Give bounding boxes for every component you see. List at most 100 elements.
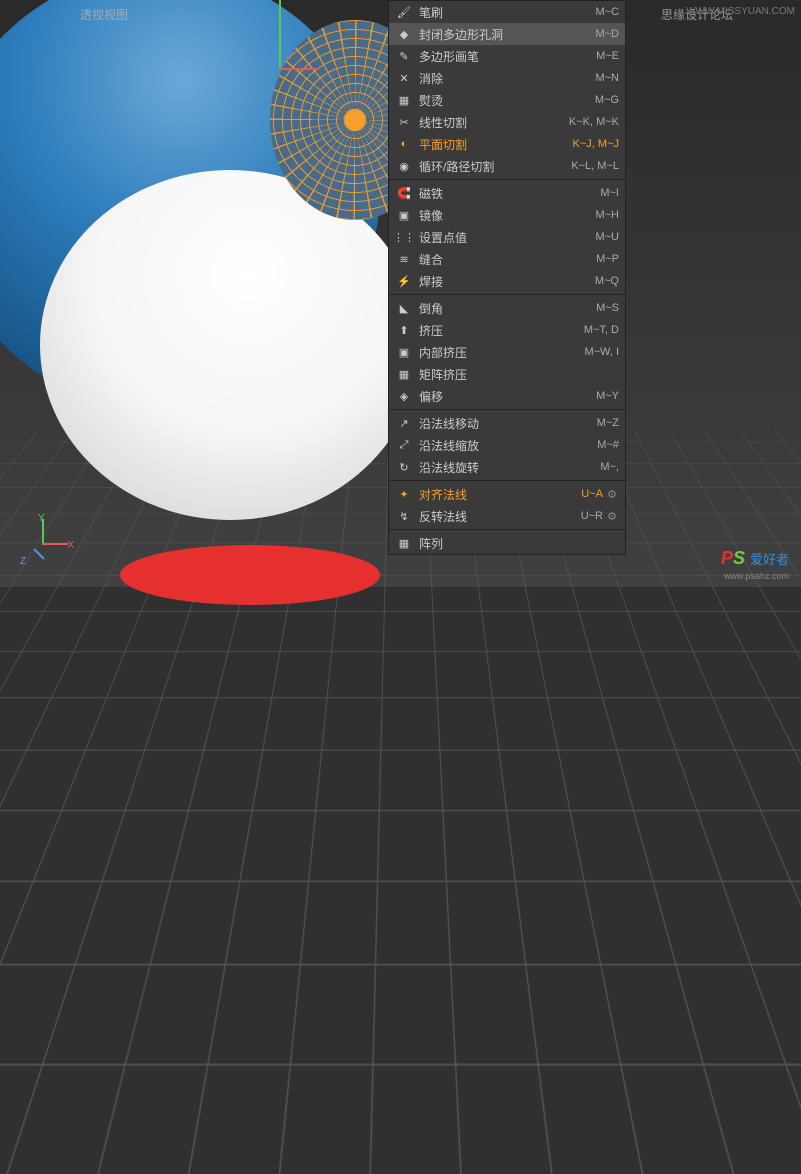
menu-item-stitch[interactable]: ≋ 缝合 M~P bbox=[389, 248, 625, 270]
gizmo-y-axis[interactable] bbox=[279, 0, 281, 70]
gear-icon[interactable]: ⚙ bbox=[607, 510, 619, 523]
menu-item-label: 沿法线旋转 bbox=[419, 459, 592, 476]
iron-icon: ▦ bbox=[395, 91, 413, 109]
align-normals-icon: ✦ bbox=[395, 485, 413, 503]
menu-item-label: 对齐法线 bbox=[419, 486, 573, 503]
menu-item-iron[interactable]: ▦熨烫M~G bbox=[389, 89, 625, 111]
menu-item-label: 沿法线缩放 bbox=[419, 437, 589, 454]
offset-icon: ◈ bbox=[395, 387, 413, 405]
menu-item-label: 阵列 bbox=[419, 535, 611, 552]
move-normal-icon: ↗ bbox=[395, 414, 413, 432]
menu-item-shortcut: M~I bbox=[600, 187, 619, 199]
menu-item-magnet[interactable]: 🧲 磁铁 M~I bbox=[389, 182, 625, 204]
menu-item-label: 笔刷 bbox=[419, 4, 587, 21]
menu-item-shortcut: M~# bbox=[597, 439, 619, 451]
gear-icon[interactable]: ⚙ bbox=[607, 488, 619, 501]
menu-item-label: 线性切割 bbox=[419, 114, 561, 131]
model-face[interactable] bbox=[40, 170, 420, 520]
menu-item-label: 镜像 bbox=[419, 207, 587, 224]
menu-item-polygon-pen[interactable]: ✎ 多边形画笔 M~E bbox=[389, 45, 625, 67]
menu-item-label: 平面切割 bbox=[419, 136, 565, 153]
dissolve-icon: ✕ bbox=[395, 69, 413, 87]
menu-item-shortcut: M~T, D bbox=[584, 324, 619, 336]
context-menu: 🖌笔刷M~C◆封闭多边形孔洞M~D✎多边形画笔M~E✕消除M~N▦熨烫M~G✂线… bbox=[388, 0, 626, 555]
menu-item-align-normals[interactable]: ✦ 对齐法线 U~A ⚙ bbox=[389, 483, 625, 505]
loop-path-cut-icon: ◉ bbox=[395, 157, 413, 175]
menu-item-label: 矩阵挤压 bbox=[419, 366, 611, 383]
menu-item-weld[interactable]: ⚡焊接M~Q bbox=[389, 270, 625, 292]
menu-item-matrix-extrude[interactable]: ▦ 矩阵挤压 bbox=[389, 363, 625, 385]
menu-item-label: 挤压 bbox=[419, 322, 576, 339]
menu-item-scale-normal[interactable]: ⤢ 沿法线缩放 M~# bbox=[389, 434, 625, 456]
bevel-icon: ◣ bbox=[395, 299, 413, 317]
matrix-extrude-icon: ▦ bbox=[395, 365, 413, 383]
menu-item-shortcut: M~, bbox=[600, 461, 619, 473]
menu-item-shortcut: K~J, M~J bbox=[573, 138, 619, 150]
extrude-icon: ⬆ bbox=[395, 321, 413, 339]
menu-item-shortcut: M~D bbox=[595, 28, 619, 40]
menu-item-label: 磁铁 bbox=[419, 185, 592, 202]
menu-item-offset[interactable]: ◈偏移M~Y bbox=[389, 385, 625, 407]
gizmo-x-axis[interactable] bbox=[279, 68, 319, 70]
menu-item-label: 循环/路径切割 bbox=[419, 158, 563, 175]
axis-widget[interactable]: Y X Z bbox=[18, 519, 68, 569]
menu-item-shortcut: M~Z bbox=[597, 417, 619, 429]
menu-item-label: 设置点值 bbox=[419, 229, 587, 246]
menu-item-rotate-normal[interactable]: ↻ 沿法线旋转 M~, bbox=[389, 456, 625, 478]
array-icon: ▦ bbox=[395, 534, 413, 552]
menu-item-shortcut: M~P bbox=[596, 253, 619, 265]
set-point-value-icon: ⋮⋮ bbox=[395, 228, 413, 246]
menu-item-shortcut: M~U bbox=[595, 231, 619, 243]
menu-item-shortcut: M~H bbox=[595, 209, 619, 221]
menu-item-label: 封闭多边形孔洞 bbox=[419, 26, 587, 43]
menu-item-move-normal[interactable]: ↗沿法线移动M~Z bbox=[389, 412, 625, 434]
menu-item-array[interactable]: ▦ 阵列 bbox=[389, 532, 625, 554]
menu-item-plane-cut[interactable]: ◐ 平面切割 K~J, M~J bbox=[389, 133, 625, 155]
menu-item-brush[interactable]: 🖌 笔刷 M~C bbox=[389, 1, 625, 23]
menu-item-loop-path-cut[interactable]: ◉ 循环/路径切割 K~L, M~L bbox=[389, 155, 625, 177]
close-polygon-hole-icon: ◆ bbox=[395, 25, 413, 43]
weld-icon: ⚡ bbox=[395, 272, 413, 290]
magnet-icon: 🧲 bbox=[395, 184, 413, 202]
menu-item-reverse-normals[interactable]: ↯反转法线U~R⚙ bbox=[389, 505, 625, 527]
menu-item-mirror[interactable]: ▣镜像M~H bbox=[389, 204, 625, 226]
menu-item-label: 倒角 bbox=[419, 300, 588, 317]
menu-item-dissolve[interactable]: ✕ 消除 M~N bbox=[389, 67, 625, 89]
menu-item-bevel[interactable]: ◣ 倒角 M~S bbox=[389, 297, 625, 319]
menu-item-extrude[interactable]: ⬆ 挤压 M~T, D bbox=[389, 319, 625, 341]
menu-item-label: 缝合 bbox=[419, 251, 588, 268]
menu-separator bbox=[389, 294, 625, 295]
rotate-normal-icon: ↻ bbox=[395, 458, 413, 476]
menu-item-label: 偏移 bbox=[419, 388, 588, 405]
menu-separator bbox=[389, 409, 625, 410]
menu-item-label: 反转法线 bbox=[419, 508, 573, 525]
menu-item-shortcut: U~A bbox=[581, 488, 603, 500]
menu-item-close-polygon-hole[interactable]: ◆ 封闭多边形孔洞 M~D bbox=[389, 23, 625, 45]
scale-normal-icon: ⤢ bbox=[395, 436, 413, 454]
watermark-url: WWW.MISSYUAN.COM bbox=[686, 6, 795, 17]
brush-icon: 🖌 bbox=[395, 3, 413, 21]
watermark-logo: PS 爱好者 bbox=[721, 548, 789, 569]
menu-item-shortcut: M~C bbox=[595, 6, 619, 18]
menu-item-shortcut: M~N bbox=[595, 72, 619, 84]
menu-item-line-cut[interactable]: ✂线性切割K~K, M~K bbox=[389, 111, 625, 133]
menu-item-shortcut: M~Q bbox=[595, 275, 619, 287]
menu-item-label: 消除 bbox=[419, 70, 587, 87]
menu-item-shortcut: K~L, M~L bbox=[571, 160, 619, 172]
transform-gizmo[interactable] bbox=[265, 0, 295, 90]
plane-cut-icon: ◐ bbox=[395, 135, 413, 153]
menu-item-set-point-value[interactable]: ⋮⋮ 设置点值 M~U bbox=[389, 226, 625, 248]
menu-item-inner-extrude[interactable]: ▣内部挤压M~W, I bbox=[389, 341, 625, 363]
inner-extrude-icon: ▣ bbox=[395, 343, 413, 361]
menu-item-label: 多边形画笔 bbox=[419, 48, 588, 65]
menu-item-shortcut: M~E bbox=[596, 50, 619, 62]
viewport-label: 透视视图 bbox=[80, 6, 128, 23]
menu-item-label: 熨烫 bbox=[419, 92, 587, 109]
polygon-pen-icon: ✎ bbox=[395, 47, 413, 65]
stitch-icon: ≋ bbox=[395, 250, 413, 268]
menu-item-shortcut: M~S bbox=[596, 302, 619, 314]
menu-item-label: 内部挤压 bbox=[419, 344, 576, 361]
menu-separator bbox=[389, 179, 625, 180]
reverse-normals-icon: ↯ bbox=[395, 507, 413, 525]
model-collar[interactable] bbox=[120, 545, 380, 605]
